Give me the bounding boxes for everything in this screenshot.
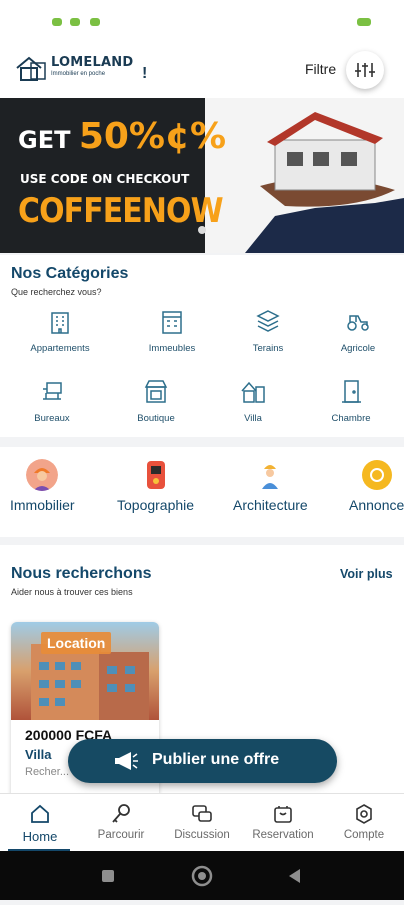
recents-button[interactable] (102, 870, 114, 882)
service-architecture[interactable]: Architecture (233, 459, 308, 513)
nav-label: Parcourir (97, 829, 145, 841)
calendar-bag-icon (274, 806, 292, 823)
see-more-link[interactable]: Voir plus (340, 567, 393, 581)
search-key-icon (112, 804, 130, 823)
home-icon (31, 804, 49, 823)
category-label: Villa (244, 413, 262, 424)
category-label: Boutique (137, 413, 175, 424)
service-topography[interactable]: Topographie (117, 459, 194, 513)
filter-button[interactable] (346, 51, 384, 89)
category-apartments[interactable]: Appartements (10, 307, 110, 354)
service-label: Topographie (117, 497, 195, 513)
nav-label: Compte (343, 829, 385, 841)
brand-name: LOMELAND (51, 55, 134, 70)
service-label: Immobilier (10, 497, 75, 513)
brand-mark: ! (142, 65, 148, 82)
architect-icon (262, 465, 279, 489)
sliders-icon (355, 63, 375, 77)
back-button[interactable] (289, 869, 300, 883)
tractor-icon (347, 315, 369, 331)
nav-browse[interactable]: Parcourir (81, 802, 161, 841)
nav-label: Discussion (174, 829, 230, 841)
bottom-navigation: Home Parcourir Discussion Reservation Co… (0, 793, 404, 852)
category-label: Terains (252, 343, 284, 354)
shop-icon (144, 380, 168, 403)
listing-card[interactable]: Location 200000 FCFA Villa Recher... a a… (11, 622, 159, 822)
house-logo-icon (16, 56, 46, 81)
category-room[interactable]: Chambre (301, 377, 401, 424)
listing-badge: Location (41, 632, 112, 654)
nav-label: Reservation (252, 829, 314, 841)
category-label: Chambre (331, 413, 371, 424)
filter-label[interactable]: Filtre (305, 61, 336, 77)
worker-icon (26, 459, 59, 491)
house-in-hand-image (245, 112, 404, 253)
notification-icon (52, 18, 62, 26)
category-label: Appartements (30, 343, 90, 354)
service-real-estate[interactable]: Immobilier (10, 459, 75, 513)
promo-value: 50%¢% (78, 116, 227, 157)
promo-headline: GET 50%¢% (18, 116, 226, 157)
megaphone-icon (115, 752, 138, 770)
nav-reservation[interactable]: Reservation (243, 802, 323, 841)
publish-offer-label: Publier une offre (152, 751, 280, 768)
app-header: LOMELAND Immobilier en poche ! Filtre (0, 44, 404, 98)
office-icon (43, 382, 62, 400)
apartment-icon (51, 312, 69, 334)
battery-icon (357, 18, 371, 26)
service-announcement[interactable]: Annonce (349, 459, 404, 513)
listing-type: Villa (25, 747, 52, 762)
building-icon (162, 311, 182, 334)
system-navigation-bar (0, 851, 404, 900)
service-label: Annonce (349, 497, 404, 513)
publish-offer-button[interactable]: Publier une offre (68, 739, 337, 783)
notification-icon (90, 18, 100, 26)
services-section: Immobilier Topographie Architecture Anno… (0, 447, 404, 537)
status-bar (0, 0, 404, 44)
category-label: Bureaux (34, 413, 70, 424)
category-land[interactable]: Terains (218, 307, 318, 354)
category-offices[interactable]: Bureaux (2, 377, 102, 424)
promo-prefix: GET (18, 126, 71, 154)
door-icon (342, 380, 361, 403)
promo-line: USE CODE ON CHECKOUT (20, 172, 190, 186)
nav-label: Home (22, 829, 58, 844)
settings-icon (356, 804, 372, 824)
categories-title: Nos Catégories (11, 265, 129, 282)
service-label: Architecture (233, 497, 308, 513)
wanted-subtitle: Aider nous à trouver ces biens (11, 587, 133, 597)
promo-code: COFFEENOW (18, 191, 224, 231)
categories-section: Nos Catégories Que recherchez vous? Appa… (0, 255, 404, 437)
home-system-dot (198, 872, 206, 880)
category-agricultural[interactable]: Agricole (308, 307, 404, 354)
villa-icon (241, 381, 265, 403)
badge-icon (361, 460, 392, 490)
category-buildings[interactable]: Immeubles (122, 307, 222, 354)
brand-tagline: Immobilier en poche (51, 71, 106, 77)
meter-icon (146, 461, 165, 489)
wanted-title: Nous recherchons (11, 565, 152, 582)
category-villa[interactable]: Villa (203, 377, 303, 424)
land-icon (256, 310, 280, 332)
carousel-indicator[interactable] (198, 226, 206, 234)
category-label: Immeubles (148, 343, 196, 354)
brand-logo[interactable]: LOMELAND Immobilier en poche ! (15, 52, 148, 86)
chat-icon (192, 805, 212, 822)
category-shop[interactable]: Boutique (106, 377, 206, 424)
nav-account[interactable]: Compte (324, 802, 404, 841)
category-label: Agricole (340, 343, 376, 354)
categories-subtitle: Que recherchez vous? (11, 287, 102, 297)
notification-icon (70, 18, 80, 26)
banner-image (205, 98, 404, 253)
nav-home[interactable]: Home (0, 802, 80, 844)
nav-discussion[interactable]: Discussion (162, 802, 242, 841)
